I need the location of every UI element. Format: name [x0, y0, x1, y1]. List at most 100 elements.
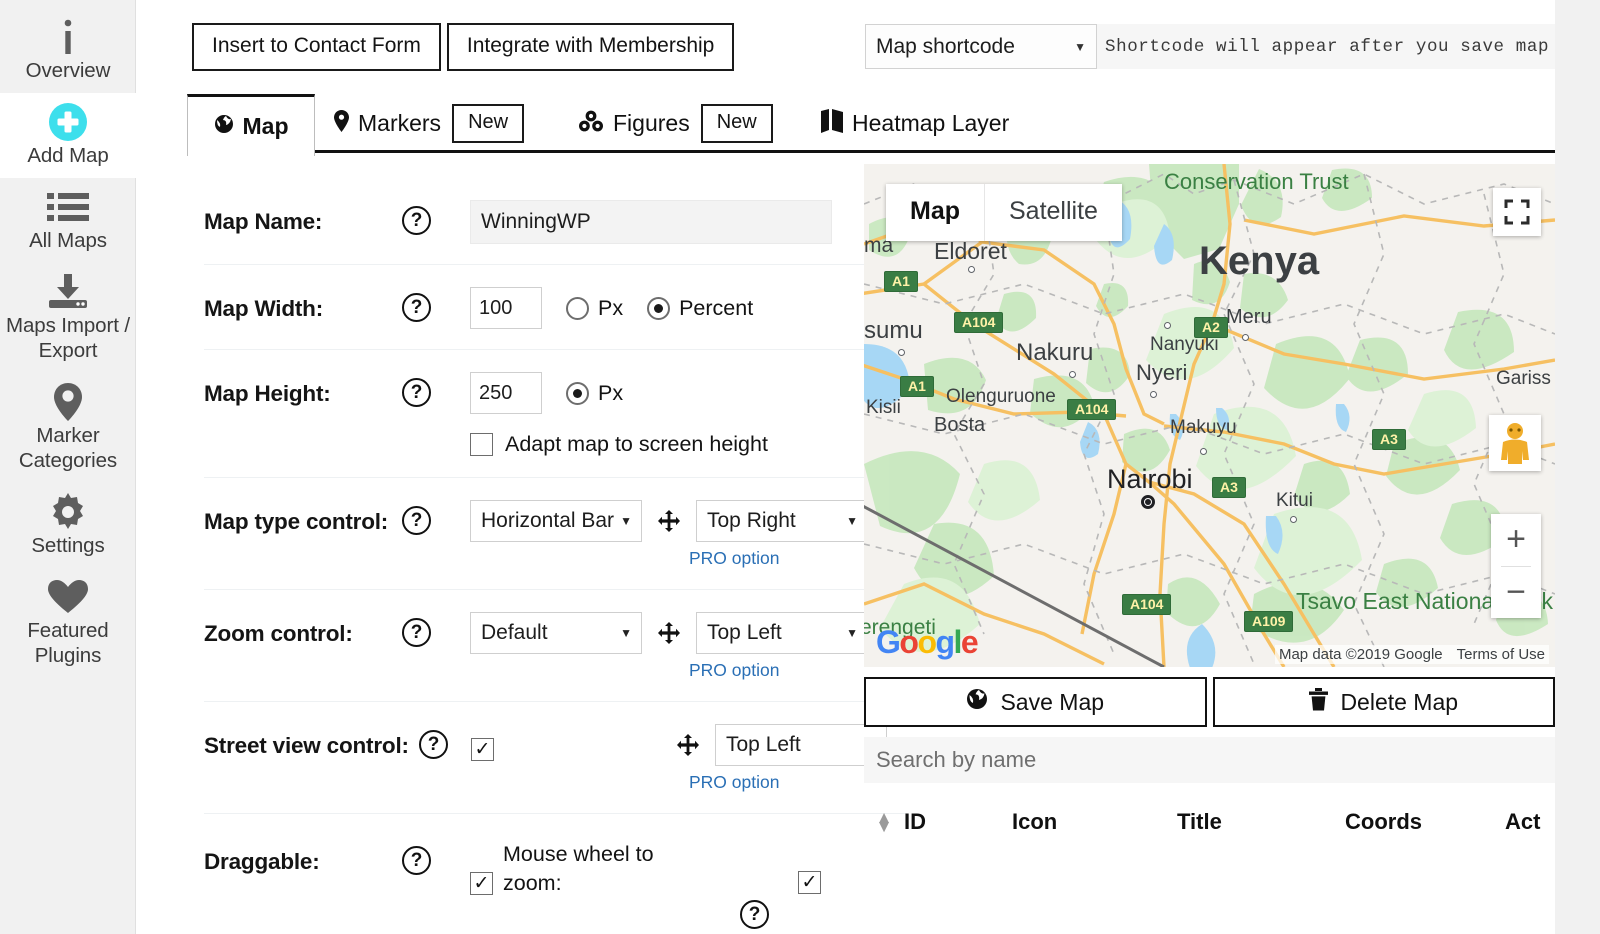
radio-px[interactable]: [566, 381, 589, 405]
zoom-control-position-select[interactable]: Top Left ▼: [696, 612, 868, 654]
shortcode-type-select[interactable]: Map shortcode ▼: [865, 24, 1097, 69]
move-handle-icon[interactable]: [658, 510, 680, 532]
help-icon[interactable]: ?: [402, 293, 431, 322]
help-icon[interactable]: ?: [402, 846, 431, 875]
markers-search-bar[interactable]: [864, 737, 1555, 783]
globe-icon: [966, 688, 988, 716]
map-type-control-position-select[interactable]: Top Right ▼: [696, 500, 868, 542]
zoom-in-button[interactable]: +: [1491, 514, 1541, 566]
sidebar-item-overview[interactable]: Overview: [0, 0, 136, 93]
street-view-position-value: Top Left: [726, 733, 801, 756]
tab-map[interactable]: Map: [187, 94, 315, 156]
map-type-satellite-button[interactable]: Satellite: [984, 184, 1122, 241]
zoom-control-select[interactable]: Default ▼: [470, 612, 642, 654]
field-label: Map Name:: [204, 209, 323, 234]
map-width-unit-px[interactable]: Px: [566, 296, 623, 321]
tab-bar: Map Markers New Figures New Heatmap Laye…: [187, 94, 1555, 156]
radio-px[interactable]: [566, 296, 589, 320]
map-settings-form: Map Name: ? WinningWP Map Width: ? 100 P…: [204, 178, 906, 934]
save-map-button[interactable]: Save Map: [864, 677, 1207, 727]
map-height-input[interactable]: 250: [470, 372, 542, 414]
adapt-to-screen-height-row: Adapt map to screen height: [470, 432, 906, 457]
column-header-actions[interactable]: Act: [1505, 809, 1540, 835]
map-city-dot: [1290, 516, 1297, 523]
help-icon[interactable]: ?: [402, 378, 431, 407]
street-view-position-select[interactable]: Top Left ▼: [715, 724, 887, 766]
main-content: Insert to Contact Form Integrate with Me…: [136, 0, 1560, 934]
mouse-wheel-zoom-checkbox[interactable]: ✓: [798, 871, 821, 894]
zoom-control-value: Default: [481, 621, 548, 644]
tab-label: Figures: [613, 110, 690, 136]
help-icon[interactable]: ?: [419, 730, 448, 759]
column-header-id[interactable]: ID: [904, 809, 1012, 835]
map-park-label: Tsavo East National Park: [1296, 588, 1553, 614]
map-city-dot: [1200, 448, 1207, 455]
adapt-height-label: Adapt map to screen height: [505, 432, 768, 456]
map-name-input[interactable]: WinningWP: [470, 200, 832, 244]
integrate-with-membership-button[interactable]: Integrate with Membership: [446, 23, 735, 71]
search-input[interactable]: [874, 746, 1555, 774]
field-label: Zoom control:: [204, 621, 353, 646]
markers-new-button[interactable]: New: [452, 104, 525, 143]
pro-option-label: PRO option: [689, 548, 780, 568]
sidebar-item-maps-import-export[interactable]: Maps Import / Export: [0, 263, 136, 373]
move-handle-icon[interactable]: [658, 622, 680, 644]
map-height-unit-px[interactable]: Px: [566, 381, 623, 406]
column-header-coords[interactable]: Coords: [1345, 809, 1505, 835]
adapt-height-checkbox[interactable]: [470, 433, 493, 456]
field-zoom-control: Zoom control: ? Default ▼ Top Left ▼ PRO…: [204, 590, 906, 702]
sidebar-item-label: Marker Categories: [18, 424, 118, 472]
map-type-control-select[interactable]: Horizontal Bar ▼: [470, 500, 642, 542]
radio-percent[interactable]: [647, 296, 671, 320]
sidebar-item-marker-categories[interactable]: Marker Categories: [0, 373, 136, 483]
sidebar: Overview Add Map All Maps Maps Import / …: [0, 0, 136, 934]
sidebar-item-label: Featured Plugins: [27, 619, 109, 667]
column-header-title[interactable]: Title: [1177, 809, 1345, 835]
map-attribution: Map data ©2019 Google Terms of Use: [1274, 645, 1549, 664]
map-width-unit-percent[interactable]: Percent: [647, 296, 753, 321]
draggable-checkbox[interactable]: ✓: [470, 872, 493, 895]
move-handle-icon[interactable]: [677, 734, 699, 756]
fullscreen-icon[interactable]: [1493, 188, 1541, 236]
sidebar-item-settings[interactable]: Settings: [0, 483, 136, 568]
field-map-height: Map Height: ? 250 Px Adapt map to screen…: [204, 350, 906, 478]
help-icon[interactable]: ?: [402, 618, 431, 647]
tab-figures[interactable]: Figures New: [564, 94, 787, 153]
field-label: Map Width:: [204, 296, 324, 321]
map-city-label: Makuyu: [1170, 417, 1237, 438]
map-type-map-button[interactable]: Map: [886, 184, 984, 241]
tab-label: Heatmap Layer: [852, 110, 1010, 136]
map-pin-icon: [334, 109, 349, 138]
field-map-width: Map Width: ? 100 Px Percent: [204, 265, 906, 350]
sidebar-item-featured-plugins[interactable]: Featured Plugins: [0, 568, 136, 678]
sidebar-item-label: Settings: [31, 534, 105, 557]
map-city-dot: [1242, 334, 1249, 341]
map-city-label: Nyeri: [1136, 360, 1188, 385]
tab-markers[interactable]: Markers New: [320, 94, 538, 153]
map-type-control-value: Horizontal Bar: [481, 509, 615, 532]
insert-to-contact-form-button[interactable]: Insert to Contact Form: [192, 23, 441, 71]
terms-of-use-link[interactable]: Terms of Use: [1457, 646, 1545, 663]
street-view-control-checkbox[interactable]: ✓: [471, 737, 494, 761]
column-header-icon[interactable]: Icon: [1012, 809, 1177, 835]
chevron-down-icon: ▼: [846, 514, 858, 528]
map-width-input[interactable]: 100: [470, 287, 542, 329]
mouse-wheel-zoom-label: Mouse wheel to zoom:: [503, 842, 654, 895]
sidebar-item-add-map[interactable]: Add Map: [0, 93, 136, 178]
map-park-label: Conservation Trust: [1164, 169, 1349, 194]
help-icon[interactable]: ?: [402, 506, 431, 535]
map-capital-dot-center: [1145, 499, 1151, 505]
delete-map-button[interactable]: Delete Map: [1212, 677, 1555, 727]
street-view-pegman-icon[interactable]: [1489, 415, 1541, 471]
sidebar-item-all-maps[interactable]: All Maps: [0, 178, 136, 263]
map-road-shield: A1: [900, 376, 934, 397]
map-city-label: Meru: [1226, 306, 1272, 328]
map-canvas[interactable]: Map Satellite Kenya ma Eldoret sumu Kisi…: [864, 164, 1555, 667]
tab-heatmap-layer[interactable]: Heatmap Layer: [807, 94, 1023, 153]
help-icon[interactable]: ?: [740, 900, 769, 929]
sort-toggle-icon[interactable]: ▲ ▼: [864, 809, 904, 835]
field-draggable: Draggable: ? ✓ Mouse wheel to zoom: ✓ ?: [204, 814, 906, 934]
help-icon[interactable]: ?: [402, 206, 431, 235]
zoom-out-button[interactable]: −: [1491, 567, 1541, 619]
figures-new-button[interactable]: New: [700, 104, 773, 143]
